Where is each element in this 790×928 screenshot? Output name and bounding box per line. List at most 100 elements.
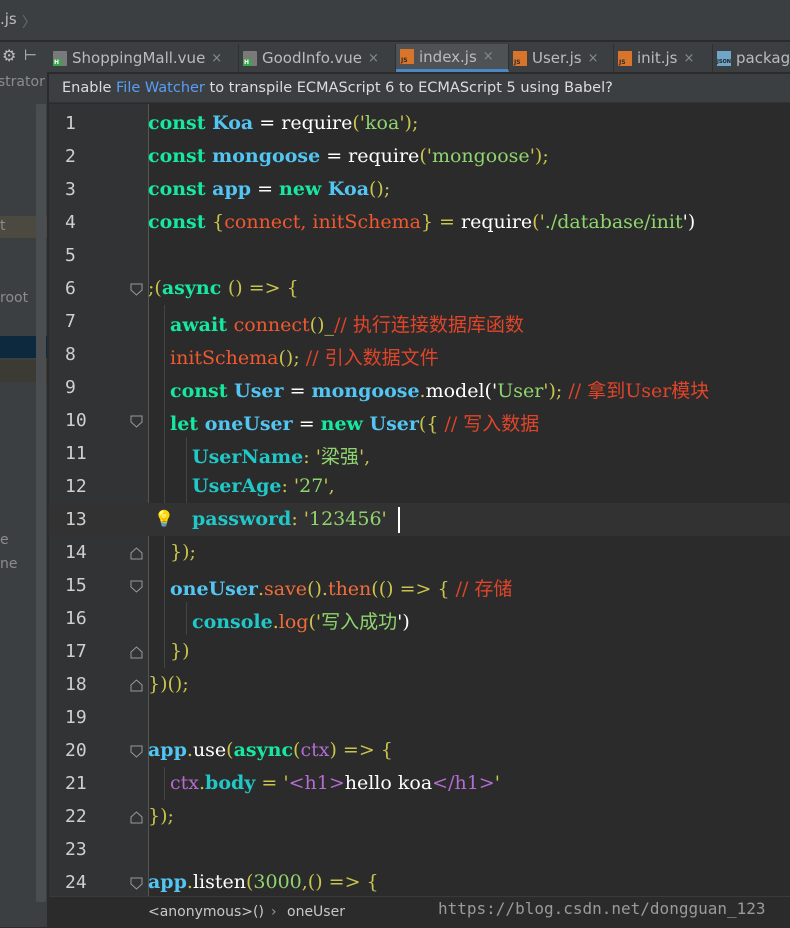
code-line[interactable]: 1 const Koa = require('koa'); [49, 107, 790, 140]
gear-icon[interactable]: ⚙ [2, 46, 16, 65]
vue-file-icon: H [53, 50, 67, 66]
tab-shoppingmall-vue[interactable]: H ShoppingMall.vue × [49, 44, 239, 72]
fold-marker-icon[interactable] [130, 283, 143, 296]
collapse-panel-icon[interactable]: ⊢ [24, 46, 37, 64]
code-line[interactable]: 23 [49, 833, 790, 866]
project-item-fragment[interactable]: istrator [0, 74, 45, 90]
fold-marker-icon[interactable] [130, 877, 143, 890]
code-line[interactable]: 15 oneUser.save().then(() => { // 存储 [49, 569, 790, 602]
code-line[interactable]: 3 const app = new Koa(); [49, 173, 790, 206]
notification-prefix: Enable [62, 80, 116, 96]
code-text: ctx.body = '<h1>hello koa</h1>' [170, 772, 500, 794]
tab-label: packag [736, 49, 790, 67]
fold-end-icon[interactable] [130, 811, 143, 824]
line-number: 24 [65, 872, 87, 893]
code-editor[interactable]: 1 const Koa = require('koa'); 2 const mongo… [49, 104, 790, 896]
line-number: 10 [65, 410, 87, 431]
line-number: 2 [65, 146, 76, 167]
breadcrumb-separator: › [271, 904, 277, 920]
navigation-bar: .js 〉 [0, 0, 790, 41]
line-number: 13 [65, 509, 87, 530]
code-text: }); [170, 541, 196, 563]
code-line[interactable]: 14}); [49, 536, 790, 569]
code-text: const Koa = require('koa'); [148, 112, 419, 134]
code-text: await connect()_// 执行连接数据库函数 [170, 314, 524, 336]
line-number: 4 [65, 212, 76, 233]
code-line[interactable]: 18})(); [49, 668, 790, 701]
fold-end-icon[interactable] [130, 679, 143, 692]
file-watcher-link[interactable]: File Watcher [116, 80, 205, 96]
code-line[interactable]: 24 app.listen(3000,() => { [49, 866, 790, 896]
fold-end-icon[interactable] [130, 646, 143, 659]
js-file-icon: JS [513, 50, 527, 66]
close-icon[interactable]: × [368, 51, 379, 66]
code-line[interactable]: 2 const mongoose = require('mongoose'); [49, 140, 790, 173]
project-item-fragment[interactable]: e [0, 532, 9, 548]
project-item-fragment[interactable]: root [0, 290, 28, 306]
code-line[interactable]: 16 console.log('写入成功') [49, 602, 790, 635]
code-line[interactable]: 12 UserAge: '27', [49, 470, 790, 503]
panel-divider[interactable] [47, 72, 48, 927]
fold-end-icon[interactable] [130, 547, 143, 560]
code-line[interactable]: 9 const User = mongoose.model('User'); //… [49, 371, 790, 404]
js-file-icon: JS [618, 50, 632, 66]
line-number: 16 [65, 608, 87, 629]
code-text: app.listen(3000,() => { [148, 871, 379, 893]
intention-bulb-icon[interactable]: 💡 [154, 509, 174, 528]
project-toolbar: ⚙ ⊢ [0, 44, 48, 70]
code-line[interactable]: 5 [49, 239, 790, 272]
code-line[interactable]: 6 ;(async () => { [49, 272, 790, 305]
tab-index-js[interactable]: JS index.js × [396, 44, 509, 72]
tab-goodinfo-vue[interactable]: H GoodInfo.vue × [239, 44, 396, 72]
close-icon[interactable]: × [683, 51, 694, 66]
line-number: 17 [65, 641, 87, 662]
code-line[interactable]: 11 UserName: '梁强', [49, 437, 790, 470]
close-icon[interactable]: × [211, 51, 222, 66]
project-item-fragment[interactable]: t [0, 218, 6, 234]
fold-marker-icon[interactable] [130, 415, 143, 428]
code-line[interactable]: 4 const {connect, initSchema} = require('… [49, 206, 790, 239]
fold-marker-icon[interactable] [130, 745, 143, 758]
code-line[interactable]: 19 [49, 701, 790, 734]
breadcrumb-oneuser[interactable]: oneUser [287, 904, 345, 920]
line-number: 19 [65, 707, 87, 728]
text-cursor [398, 507, 400, 533]
line-number: 22 [65, 806, 87, 827]
code-text: console.log('写入成功') [192, 611, 410, 633]
code-text: oneUser.save().then(() => { // 存储 [170, 578, 513, 600]
fold-marker-icon[interactable] [130, 580, 143, 593]
code-line[interactable]: 21 ctx.body = '<h1>hello koa</h1>' [49, 767, 790, 800]
line-number: 8 [65, 344, 76, 365]
project-scrollbar[interactable] [36, 104, 46, 902]
code-line[interactable]: 13 💡 password: '123456' [49, 503, 790, 536]
code-line[interactable]: 20 app.use(async(ctx) => { [49, 734, 790, 767]
tab-label: GoodInfo.vue [262, 49, 363, 67]
code-text: let oneUser = new User({ // 写入数据 [170, 413, 540, 435]
tab-packag[interactable]: JSON packag [713, 44, 790, 72]
nav-file-crumb[interactable]: .js [0, 10, 17, 28]
code-text: UserName: '梁强', [192, 446, 371, 468]
line-number: 9 [65, 377, 76, 398]
code-line[interactable]: 17}) [49, 635, 790, 668]
js-file-icon: JS [400, 49, 414, 64]
tab-label: User.js [532, 49, 582, 67]
tab-user-js[interactable]: JS User.js × [509, 44, 614, 72]
tab-label: init.js [637, 49, 678, 67]
line-number: 7 [65, 311, 76, 332]
code-text: const {connect, initSchema} = require('.… [148, 211, 696, 233]
code-text: }) [170, 640, 190, 662]
close-icon[interactable]: × [588, 51, 599, 66]
project-item-fragment[interactable]: ne [0, 556, 18, 572]
close-icon[interactable]: × [483, 49, 494, 64]
nav-separator-icon: 〉 [22, 15, 36, 31]
tab-init-js[interactable]: JS init.js × [614, 44, 713, 72]
breadcrumb-anonymous-fn[interactable]: <anonymous>() [148, 904, 264, 920]
code-text: const app = new Koa(); [148, 178, 391, 200]
code-line[interactable]: 22}); [49, 800, 790, 833]
code-line[interactable]: 10 let oneUser = new User({ // 写入数据 [49, 404, 790, 437]
line-number: 5 [65, 245, 76, 266]
code-line[interactable]: 8 initSchema(); // 引入数据文件 [49, 338, 790, 371]
code-line[interactable]: 7 await connect()_// 执行连接数据库函数 [49, 305, 790, 338]
code-text: initSchema(); // 引入数据文件 [170, 347, 439, 369]
watermark: https://blog.csdn.net/dongguan_123 [438, 899, 766, 918]
